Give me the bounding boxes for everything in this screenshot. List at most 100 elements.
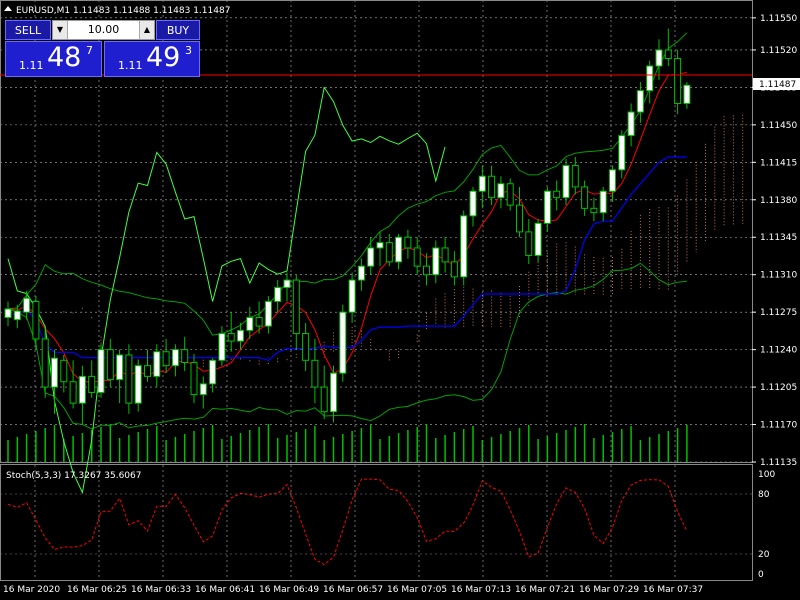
candle-body (534, 222, 542, 256)
candle-body (69, 381, 77, 404)
candle-body (339, 311, 347, 374)
candle-body (181, 349, 189, 363)
candle-body (618, 135, 626, 171)
price-axis-label: 1.11135 (760, 458, 797, 468)
candle-body (171, 349, 179, 367)
candle-body (4, 308, 12, 319)
buy-price-box[interactable]: 1.11 49 3 (104, 41, 200, 77)
candle-body (60, 359, 68, 383)
candle-body (385, 242, 393, 263)
candle-body (488, 175, 496, 199)
indicator-lines (7, 32, 688, 495)
chart-caret-icon[interactable] (4, 6, 12, 11)
ichimoku-cloud (63, 114, 744, 371)
candle-body (497, 183, 505, 199)
candle-body (246, 317, 254, 331)
candle-body (134, 365, 142, 404)
lot-size-input[interactable]: 10.00 (69, 21, 138, 39)
candle-body (460, 215, 468, 278)
candle-body (116, 354, 124, 381)
candle-body (655, 49, 663, 67)
buy-button[interactable]: BUY (156, 20, 200, 40)
candle-body (199, 383, 207, 396)
price-axis-label: 1.11550 (760, 14, 797, 24)
candle-body (581, 186, 589, 209)
time-axis-label: 16 Mar 2020 (3, 585, 60, 595)
time-axis-label: 16 Mar 07:37 (643, 585, 703, 595)
sell-button[interactable]: SELL (5, 20, 51, 40)
price-axis-label: 1.11450 (760, 121, 797, 131)
candle-body (292, 279, 300, 335)
candle-body (32, 300, 40, 340)
stoch-title: Stoch(5,3,3) 17.3267 35.6067 (6, 471, 141, 481)
time-axis-label: 16 Mar 07:05 (387, 585, 447, 595)
candle-body (237, 329, 244, 342)
candle-body (227, 333, 235, 342)
candle-body (376, 242, 384, 249)
candle-body (125, 354, 133, 404)
candle-body (13, 310, 21, 321)
candle-body (450, 261, 458, 278)
lot-decrease-icon[interactable]: ▼ (53, 21, 68, 39)
outer-band-line (7, 86, 446, 495)
candle-body (78, 375, 86, 404)
chart-area[interactable]: 1.115501.115201.114851.114501.114151.113… (0, 0, 800, 600)
price-axis-label: 1.11275 (760, 308, 797, 318)
candle-body (516, 204, 523, 233)
candle-body (599, 190, 607, 214)
time-axis-label: 16 Mar 06:41 (195, 585, 255, 595)
price-axis-label: 1.11310 (760, 271, 797, 281)
ma-red-line (7, 72, 687, 383)
candle-body (478, 175, 486, 192)
candle-body (162, 351, 170, 367)
candle-body (404, 236, 412, 249)
candle-body (209, 359, 217, 385)
time-axis-label: 16 Mar 07:21 (515, 585, 575, 595)
candle-body (506, 183, 514, 206)
price-axis-label: 1.11170 (760, 421, 797, 431)
candle-body (627, 111, 635, 137)
price-axis-label: 1.11345 (760, 233, 797, 243)
candle-body (683, 84, 691, 104)
lot-size-stepper[interactable]: ▼ 10.00 ▲ (52, 20, 155, 40)
candle-body (153, 351, 161, 377)
candle-body (553, 190, 561, 199)
candle-body (590, 207, 598, 214)
time-axis-label: 16 Mar 07:13 (451, 585, 511, 595)
price-axis-label: 1.11415 (760, 158, 797, 168)
candle-body (264, 300, 272, 327)
candle-body (562, 165, 570, 199)
stoch-axis-label: 20 (758, 550, 770, 560)
one-click-trading-panel: SELL ▼ 10.00 ▲ BUY 1.11 48 7 1.11 49 3 (5, 20, 200, 77)
candle-body (255, 317, 263, 327)
price-axis-label: 1.11380 (760, 196, 797, 206)
candle-body (413, 247, 421, 267)
candle-body (423, 265, 430, 276)
sell-price-box[interactable]: 1.11 48 7 (5, 41, 102, 77)
candle-body (144, 365, 151, 377)
stoch-main-line (7, 478, 688, 566)
candle-body (190, 361, 198, 396)
candle-body (348, 279, 356, 313)
candle-body (441, 247, 449, 263)
time-axis-label: 16 Mar 06:49 (259, 585, 319, 595)
lot-increase-icon[interactable]: ▲ (139, 21, 154, 39)
candle-body (23, 297, 31, 313)
stoch-window-frame (0, 464, 753, 581)
time-axis-label: 16 Mar 06:33 (131, 585, 191, 595)
stoch-axis-label: 80 (758, 490, 770, 500)
stoch-axis-label: 100 (758, 470, 775, 480)
current-price-label: 1.11487 (759, 80, 796, 90)
candle-body (320, 386, 328, 413)
price-axis-label: 1.11240 (760, 346, 797, 356)
candle-body (609, 169, 616, 192)
candle-body (88, 375, 96, 393)
candle-body (432, 247, 440, 276)
price-axis-label: 1.11520 (760, 46, 797, 56)
candle-body (674, 58, 682, 104)
buy-price-pipette: 3 (185, 44, 192, 57)
price-axis-label: 1.11205 (760, 383, 797, 393)
time-axis-label: 16 Mar 07:29 (579, 585, 639, 595)
candle-body (664, 49, 672, 60)
candle-body (330, 372, 337, 413)
